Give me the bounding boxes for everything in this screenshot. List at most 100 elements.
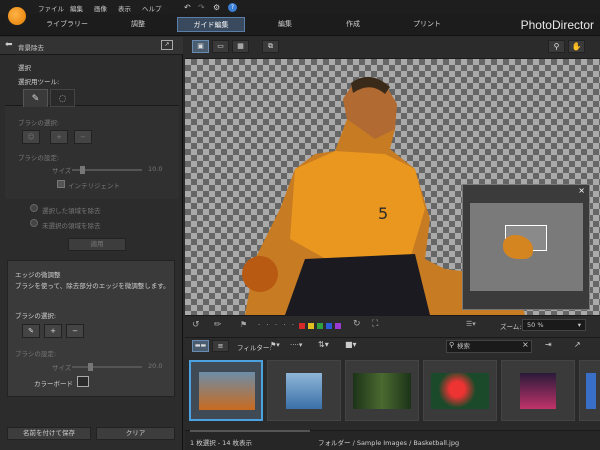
- brush-tool-icon[interactable]: ✎: [23, 89, 48, 107]
- zoom-icon[interactable]: ⚲: [548, 40, 565, 53]
- redo-icon[interactable]: ↷: [198, 3, 205, 12]
- edge-size-value: 20.0: [148, 362, 163, 370]
- menu-help[interactable]: ヘルプ: [142, 3, 162, 13]
- sort-icon[interactable]: ⇅▾: [318, 340, 329, 349]
- rating-filter-icon[interactable]: ····▾: [290, 341, 302, 349]
- thumbnail-bottles[interactable]: [267, 360, 341, 421]
- compare-view-icon[interactable]: ▭: [212, 40, 229, 53]
- color-label-red[interactable]: [299, 323, 305, 329]
- undo-icon[interactable]: ↶: [184, 3, 191, 12]
- zoom-value: 50 %: [527, 321, 544, 329]
- flag-filter-icon[interactable]: ⚑▾: [270, 341, 280, 349]
- edge-brush-select-label: ブラシの選択:: [15, 312, 57, 320]
- tab-print[interactable]: プリント: [401, 17, 453, 32]
- rotate-icon[interactable]: ↻: [353, 319, 361, 329]
- crop-icon[interactable]: ⛶: [372, 319, 378, 329]
- clear-button[interactable]: クリア: [96, 427, 175, 440]
- chevron-down-icon: ▾: [577, 321, 581, 329]
- filter-label: フィルター:: [237, 344, 272, 352]
- remove-selected-radio[interactable]: [30, 204, 38, 212]
- import-icon[interactable]: ⇥: [545, 340, 552, 349]
- export-panel-icon[interactable]: ↗: [161, 40, 173, 50]
- edge-size-slider-thumb[interactable]: [88, 363, 93, 371]
- color-label-purple[interactable]: [335, 323, 341, 329]
- edge-add-brush-icon[interactable]: +: [44, 324, 62, 338]
- edge-brush-settings-label: ブラシの設定:: [15, 350, 57, 358]
- color-board-swatch[interactable]: [77, 376, 89, 387]
- selection-tool-label: 選択用ツール:: [18, 78, 60, 86]
- help-icon[interactable]: ?: [228, 3, 237, 12]
- photodirector-window: { "menu": {"items": ["ファイル", "編集", "画像",…: [0, 0, 600, 450]
- svg-text:5: 5: [378, 204, 388, 223]
- filmstrip-view-icon[interactable]: ▬▬: [192, 340, 209, 352]
- menu-image[interactable]: 画像: [94, 3, 107, 13]
- flag-icon[interactable]: ⚑: [240, 320, 247, 329]
- back-arrow-icon[interactable]: ⬅: [5, 40, 13, 50]
- size-value: 10.0: [148, 165, 163, 173]
- settings-icon[interactable]: ⚙: [213, 3, 220, 12]
- thumbnail-neon-city[interactable]: [501, 360, 575, 421]
- save-as-button[interactable]: 名前を付けて保存: [7, 427, 91, 440]
- navigator-panel[interactable]: ×: [462, 184, 590, 310]
- brush-settings-label: ブラシの設定:: [18, 154, 60, 162]
- tab-edit[interactable]: 編集: [262, 17, 308, 32]
- selection-count: 1 枚選択 - 14 枚表示: [190, 439, 253, 447]
- selection-title: 選択: [18, 64, 31, 72]
- edge-brush-icon[interactable]: ✎: [22, 324, 40, 338]
- zoom-select[interactable]: 50 % ▾: [522, 319, 586, 331]
- search-icon: ⚲: [449, 341, 455, 349]
- spot-removal-icon[interactable]: ✏: [214, 320, 222, 330]
- color-label-filter-icon[interactable]: ■▾: [345, 340, 357, 349]
- color-label-yellow[interactable]: [308, 323, 314, 329]
- tab-library[interactable]: ライブラリー: [36, 17, 98, 32]
- thumbnail-partial[interactable]: [579, 360, 600, 421]
- rotate-left-icon[interactable]: ↺: [192, 320, 200, 330]
- edge-section-title: エッジの微調整: [15, 271, 61, 279]
- fullscreen-icon[interactable]: ⧉: [262, 40, 279, 53]
- edge-size-slider[interactable]: [72, 366, 142, 368]
- tab-create[interactable]: 作成: [330, 17, 376, 32]
- filmstrip-scrollbar[interactable]: [190, 430, 310, 432]
- hand-pan-icon[interactable]: ✋: [568, 40, 585, 53]
- menu-file[interactable]: ファイル: [38, 3, 64, 13]
- menu-edit[interactable]: 編集: [70, 3, 83, 13]
- tab-adjust[interactable]: 調整: [114, 17, 162, 32]
- size-slider-thumb[interactable]: [80, 166, 85, 174]
- size-label: サイズ: [52, 167, 72, 175]
- app-logo: [6, 5, 28, 27]
- edge-section-description: ブラシを使って、除去部分のエッジを微調整します。: [15, 282, 170, 290]
- menu-bar: [0, 0, 600, 14]
- display-options-icon[interactable]: ☰▾: [466, 320, 476, 328]
- export-icon[interactable]: ↗: [574, 340, 581, 349]
- color-label-blue[interactable]: [326, 323, 332, 329]
- color-board-label: カラーボード: [34, 380, 73, 388]
- apply-button[interactable]: 適用: [68, 238, 126, 251]
- thumbnail-forest[interactable]: [345, 360, 419, 421]
- subtract-brush-icon[interactable]: −: [74, 130, 92, 144]
- search-placeholder: 検索: [457, 342, 470, 350]
- add-brush-icon[interactable]: +: [50, 130, 68, 144]
- clear-search-icon[interactable]: ×: [522, 340, 529, 349]
- person-brush-icon[interactable]: ☺: [22, 130, 40, 144]
- brush-select-label: ブラシの選択:: [18, 119, 60, 127]
- brand-title: PhotoDirector: [520, 18, 594, 32]
- single-view-icon[interactable]: ▣: [192, 40, 209, 53]
- menu-view[interactable]: 表示: [118, 3, 131, 13]
- remove-unselected-radio[interactable]: [30, 219, 38, 227]
- remove-unselected-label: 未選択の領域を除去: [42, 222, 101, 230]
- rating-stars[interactable]: · · · · ·: [258, 321, 296, 329]
- intelligent-label: インテリジェント: [68, 182, 120, 190]
- intelligent-checkbox[interactable]: [57, 180, 65, 188]
- thumbnail-red-flower[interactable]: [423, 360, 497, 421]
- zoom-label: ズーム:: [500, 323, 522, 331]
- thumbnail-basketball[interactable]: [189, 360, 263, 421]
- tab-guided-edit[interactable]: ガイド編集: [177, 17, 245, 32]
- list-view-icon[interactable]: ≡: [212, 340, 229, 352]
- edge-subtract-brush-icon[interactable]: −: [66, 324, 84, 338]
- remove-selected-label: 選択した領域を除去: [42, 207, 101, 215]
- lasso-tool-icon[interactable]: ◌: [50, 89, 75, 107]
- color-label-green[interactable]: [317, 323, 323, 329]
- navigator-close-icon[interactable]: ×: [578, 186, 585, 195]
- grid-view-icon[interactable]: ▦: [232, 40, 249, 53]
- search-input[interactable]: 検索: [446, 340, 532, 353]
